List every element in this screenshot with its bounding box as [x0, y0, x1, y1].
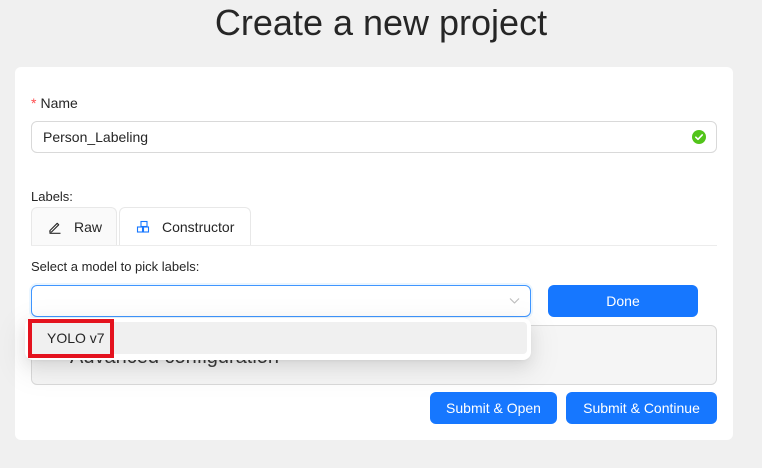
edit-icon: [49, 222, 61, 234]
name-label-text: Name: [40, 95, 78, 111]
tab-constructor[interactable]: Constructor: [119, 207, 251, 245]
highlight-annotation-box: [28, 319, 114, 358]
name-input[interactable]: Person_Labeling: [31, 121, 717, 153]
page-title: Create a new project: [214, 2, 548, 43]
model-select-label: Select a model to pick labels:: [31, 259, 200, 274]
name-field-label: * Name: [31, 95, 78, 111]
chevron-down-icon: [509, 298, 520, 304]
check-circle-icon: [692, 130, 706, 144]
done-button[interactable]: Done: [548, 285, 698, 317]
project-form-card: * Name Person_Labeling Labels: Raw Constr…: [15, 67, 733, 440]
tab-raw-label: Raw: [74, 218, 103, 235]
name-input-value: Person_Labeling: [43, 129, 149, 145]
required-mark: *: [31, 95, 37, 111]
tab-raw[interactable]: Raw: [31, 207, 117, 245]
tab-constructor-label: Constructor: [162, 218, 235, 235]
tabs-divider: [31, 245, 717, 246]
labels-label: Labels:: [31, 189, 73, 204]
submit-continue-button[interactable]: Submit & Continue: [566, 392, 717, 424]
model-select[interactable]: [31, 285, 531, 317]
submit-open-button[interactable]: Submit & Open: [430, 392, 557, 424]
blocks-icon: [136, 220, 150, 233]
